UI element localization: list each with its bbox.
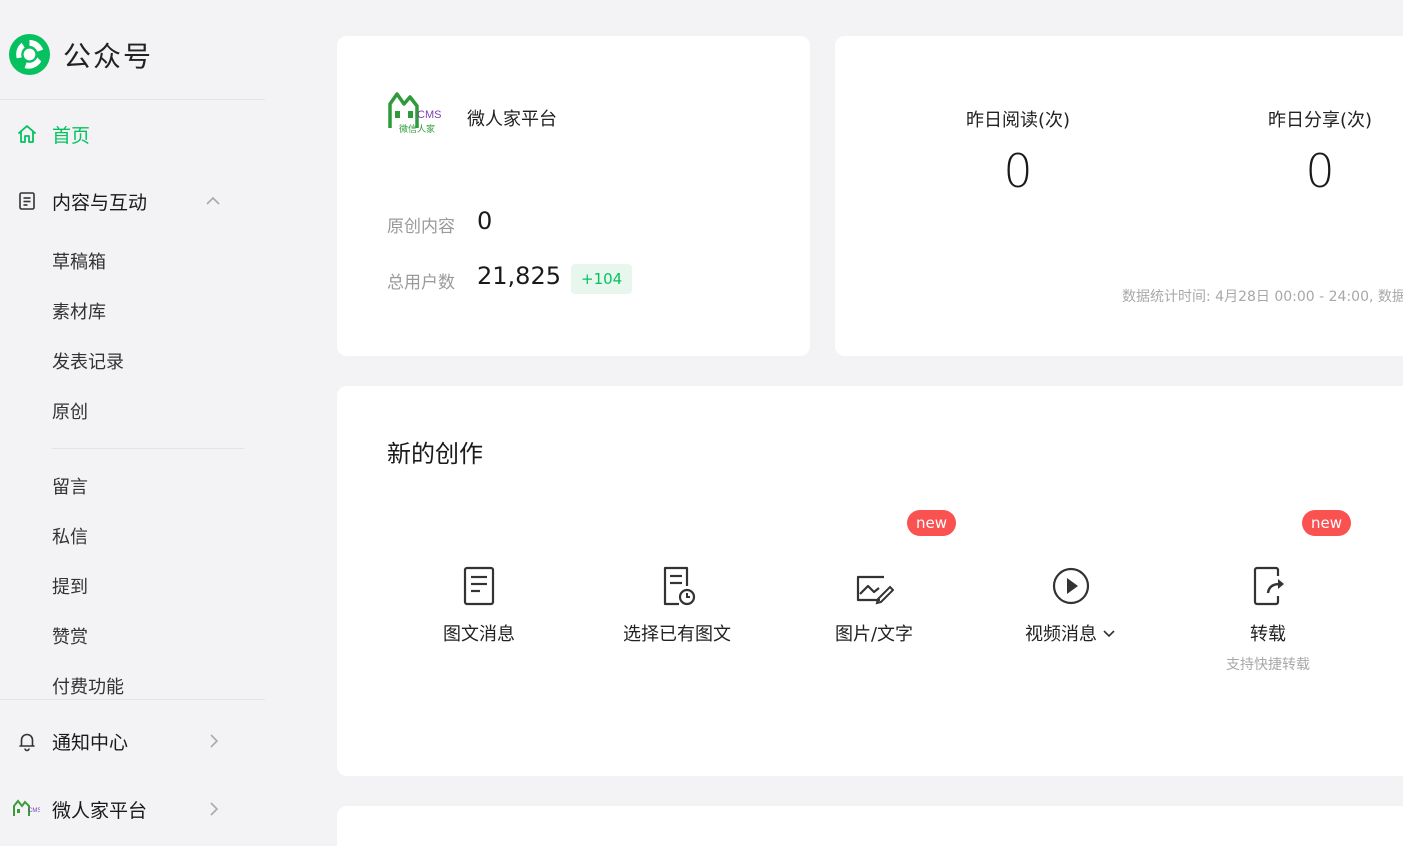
select-existing-article-button[interactable]: 选择已有图文	[587, 564, 767, 646]
repost-button[interactable]: 转载 支持快捷转载	[1178, 564, 1358, 674]
chevron-right-icon	[210, 802, 219, 816]
users-gain-badge: +104	[571, 264, 633, 294]
stats-card: 昨日阅读(次) 0 昨日分享(次) 0 数据统计时间: 4月28日 00:00 …	[835, 36, 1403, 356]
chevron-right-icon	[210, 734, 219, 748]
video-play-icon	[1052, 567, 1090, 605]
account-card: CMS 微信人家 微人家平台 原创内容 0 总用户数 21,825 +104	[337, 36, 810, 356]
sidebar-item-rewards[interactable]: 赞赏	[52, 623, 88, 649]
sidebar-item-label: 首页	[52, 124, 91, 147]
sidebar-item-label: 微人家平台	[52, 799, 148, 822]
create-item-label: 图片/文字	[834, 624, 914, 645]
new-creation-title: 新的创作	[387, 440, 483, 468]
sidebar-divider	[0, 699, 265, 700]
create-item-label: 视频消息	[1025, 620, 1117, 646]
svg-text:CMS: CMS	[28, 808, 40, 814]
sidebar-item-label: 通知中心	[52, 731, 129, 754]
image-text-icon	[856, 575, 894, 605]
yesterday-reads-value: 0	[1003, 144, 1033, 198]
sidebar-item-publish-records[interactable]: 发表记录	[52, 348, 124, 374]
original-content-label: 原创内容	[387, 217, 455, 237]
sidebar-item-mentions[interactable]: 提到	[52, 573, 88, 599]
total-users-label: 总用户数	[387, 273, 455, 293]
sidebar-divider	[0, 99, 265, 100]
sidebar: 公众号 首页 内容与互动 草稿箱 素材库 发表记录 原创 留言 私信 提到 赞赏…	[0, 0, 265, 846]
next-section-card	[337, 806, 1403, 846]
sidebar-item-materials[interactable]: 素材库	[52, 298, 106, 324]
stats-time-footnote: 数据统计时间: 4月28日 00:00 - 24:00, 数据	[1122, 289, 1403, 305]
sidebar-item-paid-features[interactable]: 付费功能	[52, 673, 124, 699]
sidebar-item-original[interactable]: 原创	[52, 398, 88, 424]
account-logo-icon: CMS	[13, 799, 40, 816]
create-image-text-button[interactable]: 图片/文字	[784, 564, 964, 646]
chevron-down-icon[interactable]	[1101, 625, 1117, 641]
create-item-label: 选择已有图文	[623, 624, 731, 645]
submenu-divider	[52, 448, 244, 449]
create-item-label: 转载	[1250, 624, 1286, 645]
home-icon	[18, 125, 36, 143]
account-logo-icon: CMS 微信人家	[388, 92, 441, 134]
account-name: 微人家平台	[467, 109, 557, 130]
repost-subtitle: 支持快捷转载	[1226, 657, 1310, 673]
sidebar-item-home[interactable]: 首页	[0, 114, 265, 154]
create-item-label: 图文消息	[443, 624, 515, 645]
svg-text:微信人家: 微信人家	[399, 123, 435, 134]
create-video-button[interactable]: 视频消息	[981, 564, 1161, 646]
original-content-value: 0	[477, 207, 493, 235]
new-creation-card: 新的创作 new new 图文消息 选择已有图文 图片/文字 视频消息 转载 支…	[337, 386, 1403, 776]
brand-name: 公众号	[63, 39, 154, 73]
yesterday-reads-label: 昨日阅读(次)	[965, 110, 1071, 131]
new-badge: new	[907, 510, 957, 536]
video-message-label: 视频消息	[1025, 624, 1097, 645]
wechat-mp-logo-icon	[8, 33, 51, 76]
repost-icon	[1253, 566, 1284, 606]
sidebar-item-label: 内容与互动	[52, 191, 148, 214]
sidebar-item-messages[interactable]: 私信	[52, 523, 88, 549]
yesterday-shares-value: 0	[1305, 144, 1335, 198]
sidebar-item-account[interactable]: CMS 微人家平台	[0, 789, 265, 829]
sidebar-item-drafts[interactable]: 草稿箱	[52, 248, 106, 274]
sidebar-item-comments[interactable]: 留言	[52, 473, 88, 499]
sidebar-item-notifications[interactable]: 通知中心	[0, 721, 265, 761]
existing-article-icon	[663, 566, 696, 606]
yesterday-shares-label: 昨日分享(次)	[1267, 110, 1373, 131]
bell-icon	[19, 733, 35, 752]
chevron-up-icon[interactable]	[203, 191, 223, 211]
document-icon	[19, 192, 35, 210]
new-badge: new	[1302, 510, 1352, 536]
total-users-value: 21,825	[477, 262, 561, 290]
svg-text:CMS: CMS	[417, 109, 441, 121]
sidebar-item-content[interactable]: 内容与互动	[0, 181, 265, 221]
create-article-button[interactable]: 图文消息	[389, 564, 569, 646]
article-icon	[463, 566, 495, 606]
brand[interactable]: 公众号	[8, 33, 153, 76]
